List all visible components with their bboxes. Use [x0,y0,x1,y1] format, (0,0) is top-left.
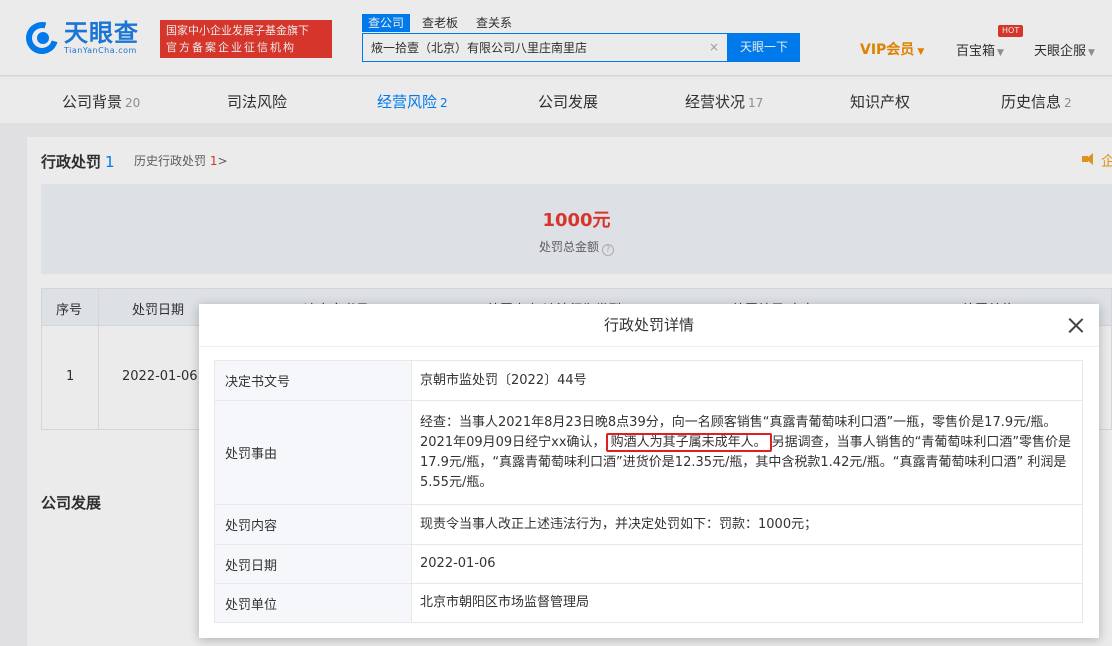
detail-row-content: 处罚内容 现责令当事人改正上述违法行为，并决定处罚如下：罚款：1000元； [214,504,1083,545]
detail-row-date: 处罚日期 2022-01-06 [214,544,1083,584]
close-icon[interactable] [1068,317,1084,333]
reason-text: 经查：当事人2021年8月23日晚8点39分，向一名顾客销售“真露青葡萄味利口酒… [411,400,1083,505]
highlighted-text: 购酒人为其子属未成年人。 [605,432,772,452]
penalty-detail-modal: 行政处罚详情 决定书文号 京朝市监处罚〔2022〕44号 处罚事由 经查：当事人… [199,304,1099,638]
detail-row-reason: 处罚事由 经查：当事人2021年8月23日晚8点39分，向一名顾客销售“真露青葡… [214,400,1083,505]
detail-row-unit: 处罚单位 北京市朝阳区市场监督管理局 [214,583,1083,623]
modal-title: 行政处罚详情 [199,304,1099,347]
detail-table: 决定书文号 京朝市监处罚〔2022〕44号 处罚事由 经查：当事人2021年8月… [214,360,1083,623]
detail-row-doc-no: 决定书文号 京朝市监处罚〔2022〕44号 [214,360,1083,401]
